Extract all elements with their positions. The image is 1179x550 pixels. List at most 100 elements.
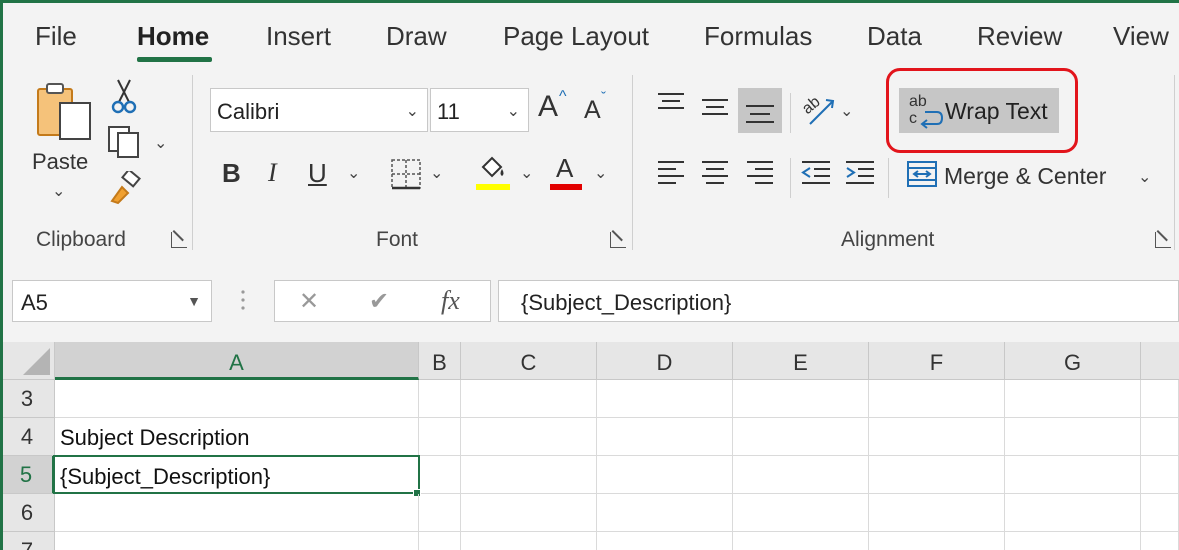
select-all-button[interactable] bbox=[0, 342, 55, 380]
cell-h6[interactable] bbox=[1141, 494, 1179, 532]
row-header-4[interactable]: 4 bbox=[0, 418, 55, 456]
cell-g6[interactable] bbox=[1005, 494, 1141, 532]
cell-f5[interactable] bbox=[869, 456, 1005, 494]
column-header-g[interactable]: G bbox=[1005, 342, 1141, 380]
middle-align-icon[interactable] bbox=[700, 95, 730, 119]
cell-d6[interactable] bbox=[597, 494, 733, 532]
formula-input[interactable]: {Subject_Description} bbox=[498, 280, 1179, 322]
top-align-icon[interactable] bbox=[656, 91, 686, 115]
underline-button[interactable]: U bbox=[308, 158, 327, 189]
cell-e4[interactable] bbox=[733, 418, 869, 456]
cell-g4[interactable] bbox=[1005, 418, 1141, 456]
cell-a6[interactable] bbox=[55, 494, 419, 532]
cell-b7[interactable] bbox=[419, 532, 461, 550]
merge-dropdown-chevron-icon[interactable]: ⌄ bbox=[1138, 167, 1151, 187]
name-box[interactable]: A5 ▼ bbox=[12, 280, 212, 322]
font-size-select[interactable]: 11 ⌄ bbox=[430, 88, 529, 132]
borders-dropdown-chevron-icon[interactable]: ⌄ bbox=[430, 163, 443, 183]
cell-g3[interactable] bbox=[1005, 380, 1141, 418]
font-name-select[interactable]: Calibri ⌄ bbox=[210, 88, 428, 132]
cancel-icon[interactable]: ✕ bbox=[299, 287, 319, 316]
cell-h7[interactable] bbox=[1141, 532, 1179, 550]
clipboard-launcher-icon[interactable] bbox=[171, 232, 187, 248]
cut-icon[interactable] bbox=[111, 78, 137, 114]
align-center-icon[interactable] bbox=[700, 159, 730, 187]
cell-e3[interactable] bbox=[733, 380, 869, 418]
copy-dropdown-chevron-icon[interactable]: ⌄ bbox=[154, 133, 167, 153]
column-header-e[interactable]: E bbox=[733, 342, 869, 380]
cell-g5[interactable] bbox=[1005, 456, 1141, 494]
cell-d7[interactable] bbox=[597, 532, 733, 550]
cell-f4[interactable] bbox=[869, 418, 1005, 456]
cell-d5[interactable] bbox=[597, 456, 733, 494]
bottom-align-button[interactable] bbox=[738, 88, 782, 133]
tab-data[interactable]: Data bbox=[867, 21, 922, 52]
cell-b5[interactable] bbox=[419, 456, 461, 494]
font-color-dropdown-chevron-icon[interactable]: ⌄ bbox=[594, 163, 607, 183]
paste-button[interactable]: Paste ⌄ bbox=[30, 75, 100, 205]
tab-home[interactable]: Home bbox=[137, 21, 209, 52]
cell-c3[interactable] bbox=[461, 380, 597, 418]
tab-view[interactable]: View bbox=[1113, 21, 1169, 52]
row-header-7[interactable]: 7 bbox=[0, 532, 55, 550]
cell-c6[interactable] bbox=[461, 494, 597, 532]
cell-c4[interactable] bbox=[461, 418, 597, 456]
cell-f3[interactable] bbox=[869, 380, 1005, 418]
font-color-button[interactable]: A bbox=[550, 153, 584, 193]
cell-c7[interactable] bbox=[461, 532, 597, 550]
cell-a3[interactable] bbox=[55, 380, 419, 418]
cell-h4[interactable] bbox=[1141, 418, 1179, 456]
cell-b6[interactable] bbox=[419, 494, 461, 532]
cell-f6[interactable] bbox=[869, 494, 1005, 532]
borders-icon[interactable] bbox=[390, 158, 422, 190]
cell-h3[interactable] bbox=[1141, 380, 1179, 418]
cell-b3[interactable] bbox=[419, 380, 461, 418]
format-painter-icon[interactable] bbox=[108, 171, 142, 205]
italic-button[interactable]: I bbox=[268, 158, 277, 188]
font-launcher-icon[interactable] bbox=[610, 232, 626, 248]
insert-function-icon[interactable]: fx bbox=[441, 286, 460, 316]
column-header-h[interactable] bbox=[1141, 342, 1179, 380]
align-right-icon[interactable] bbox=[745, 159, 775, 187]
cell-e7[interactable] bbox=[733, 532, 869, 550]
cell-a4[interactable]: Subject Description bbox=[55, 418, 419, 456]
cell-b4[interactable] bbox=[419, 418, 461, 456]
cell-c5[interactable] bbox=[461, 456, 597, 494]
tab-page-layout[interactable]: Page Layout bbox=[503, 21, 649, 52]
tab-file[interactable]: File bbox=[35, 21, 77, 52]
cell-a7[interactable] bbox=[55, 532, 419, 550]
bold-button[interactable]: B bbox=[222, 158, 241, 189]
column-header-b[interactable]: B bbox=[419, 342, 461, 380]
increase-font-size-button[interactable]: A ^ bbox=[538, 88, 578, 128]
cell-h5[interactable] bbox=[1141, 456, 1179, 494]
drag-handle-icon[interactable] bbox=[240, 288, 246, 312]
enter-icon[interactable]: ✔ bbox=[369, 287, 389, 316]
align-left-icon[interactable] bbox=[656, 159, 686, 187]
column-header-c[interactable]: C bbox=[461, 342, 597, 380]
cell-e5[interactable] bbox=[733, 456, 869, 494]
copy-icon[interactable] bbox=[106, 125, 142, 159]
column-header-a[interactable]: A bbox=[55, 342, 419, 380]
cell-e6[interactable] bbox=[733, 494, 869, 532]
alignment-launcher-icon[interactable] bbox=[1155, 232, 1171, 248]
decrease-font-size-button[interactable]: A ˇ bbox=[584, 89, 620, 129]
cell-d3[interactable] bbox=[597, 380, 733, 418]
row-header-5[interactable]: 5 bbox=[0, 456, 55, 494]
tab-formulas[interactable]: Formulas bbox=[704, 21, 812, 52]
increase-indent-icon[interactable] bbox=[844, 159, 876, 187]
orientation-dropdown-chevron-icon[interactable]: ⌄ bbox=[840, 101, 853, 121]
column-header-d[interactable]: D bbox=[597, 342, 733, 380]
cell-d4[interactable] bbox=[597, 418, 733, 456]
cell-g7[interactable] bbox=[1005, 532, 1141, 550]
column-header-f[interactable]: F bbox=[869, 342, 1005, 380]
cell-a5[interactable]: {Subject_Description} bbox=[53, 455, 420, 494]
fill-color-button[interactable] bbox=[475, 153, 511, 193]
fill-color-dropdown-chevron-icon[interactable]: ⌄ bbox=[520, 163, 533, 183]
cell-f7[interactable] bbox=[869, 532, 1005, 550]
tab-insert[interactable]: Insert bbox=[266, 21, 331, 52]
decrease-indent-icon[interactable] bbox=[800, 159, 832, 187]
tab-draw[interactable]: Draw bbox=[386, 21, 447, 52]
tab-review[interactable]: Review bbox=[977, 21, 1062, 52]
row-header-3[interactable]: 3 bbox=[0, 380, 55, 418]
row-header-6[interactable]: 6 bbox=[0, 494, 55, 532]
